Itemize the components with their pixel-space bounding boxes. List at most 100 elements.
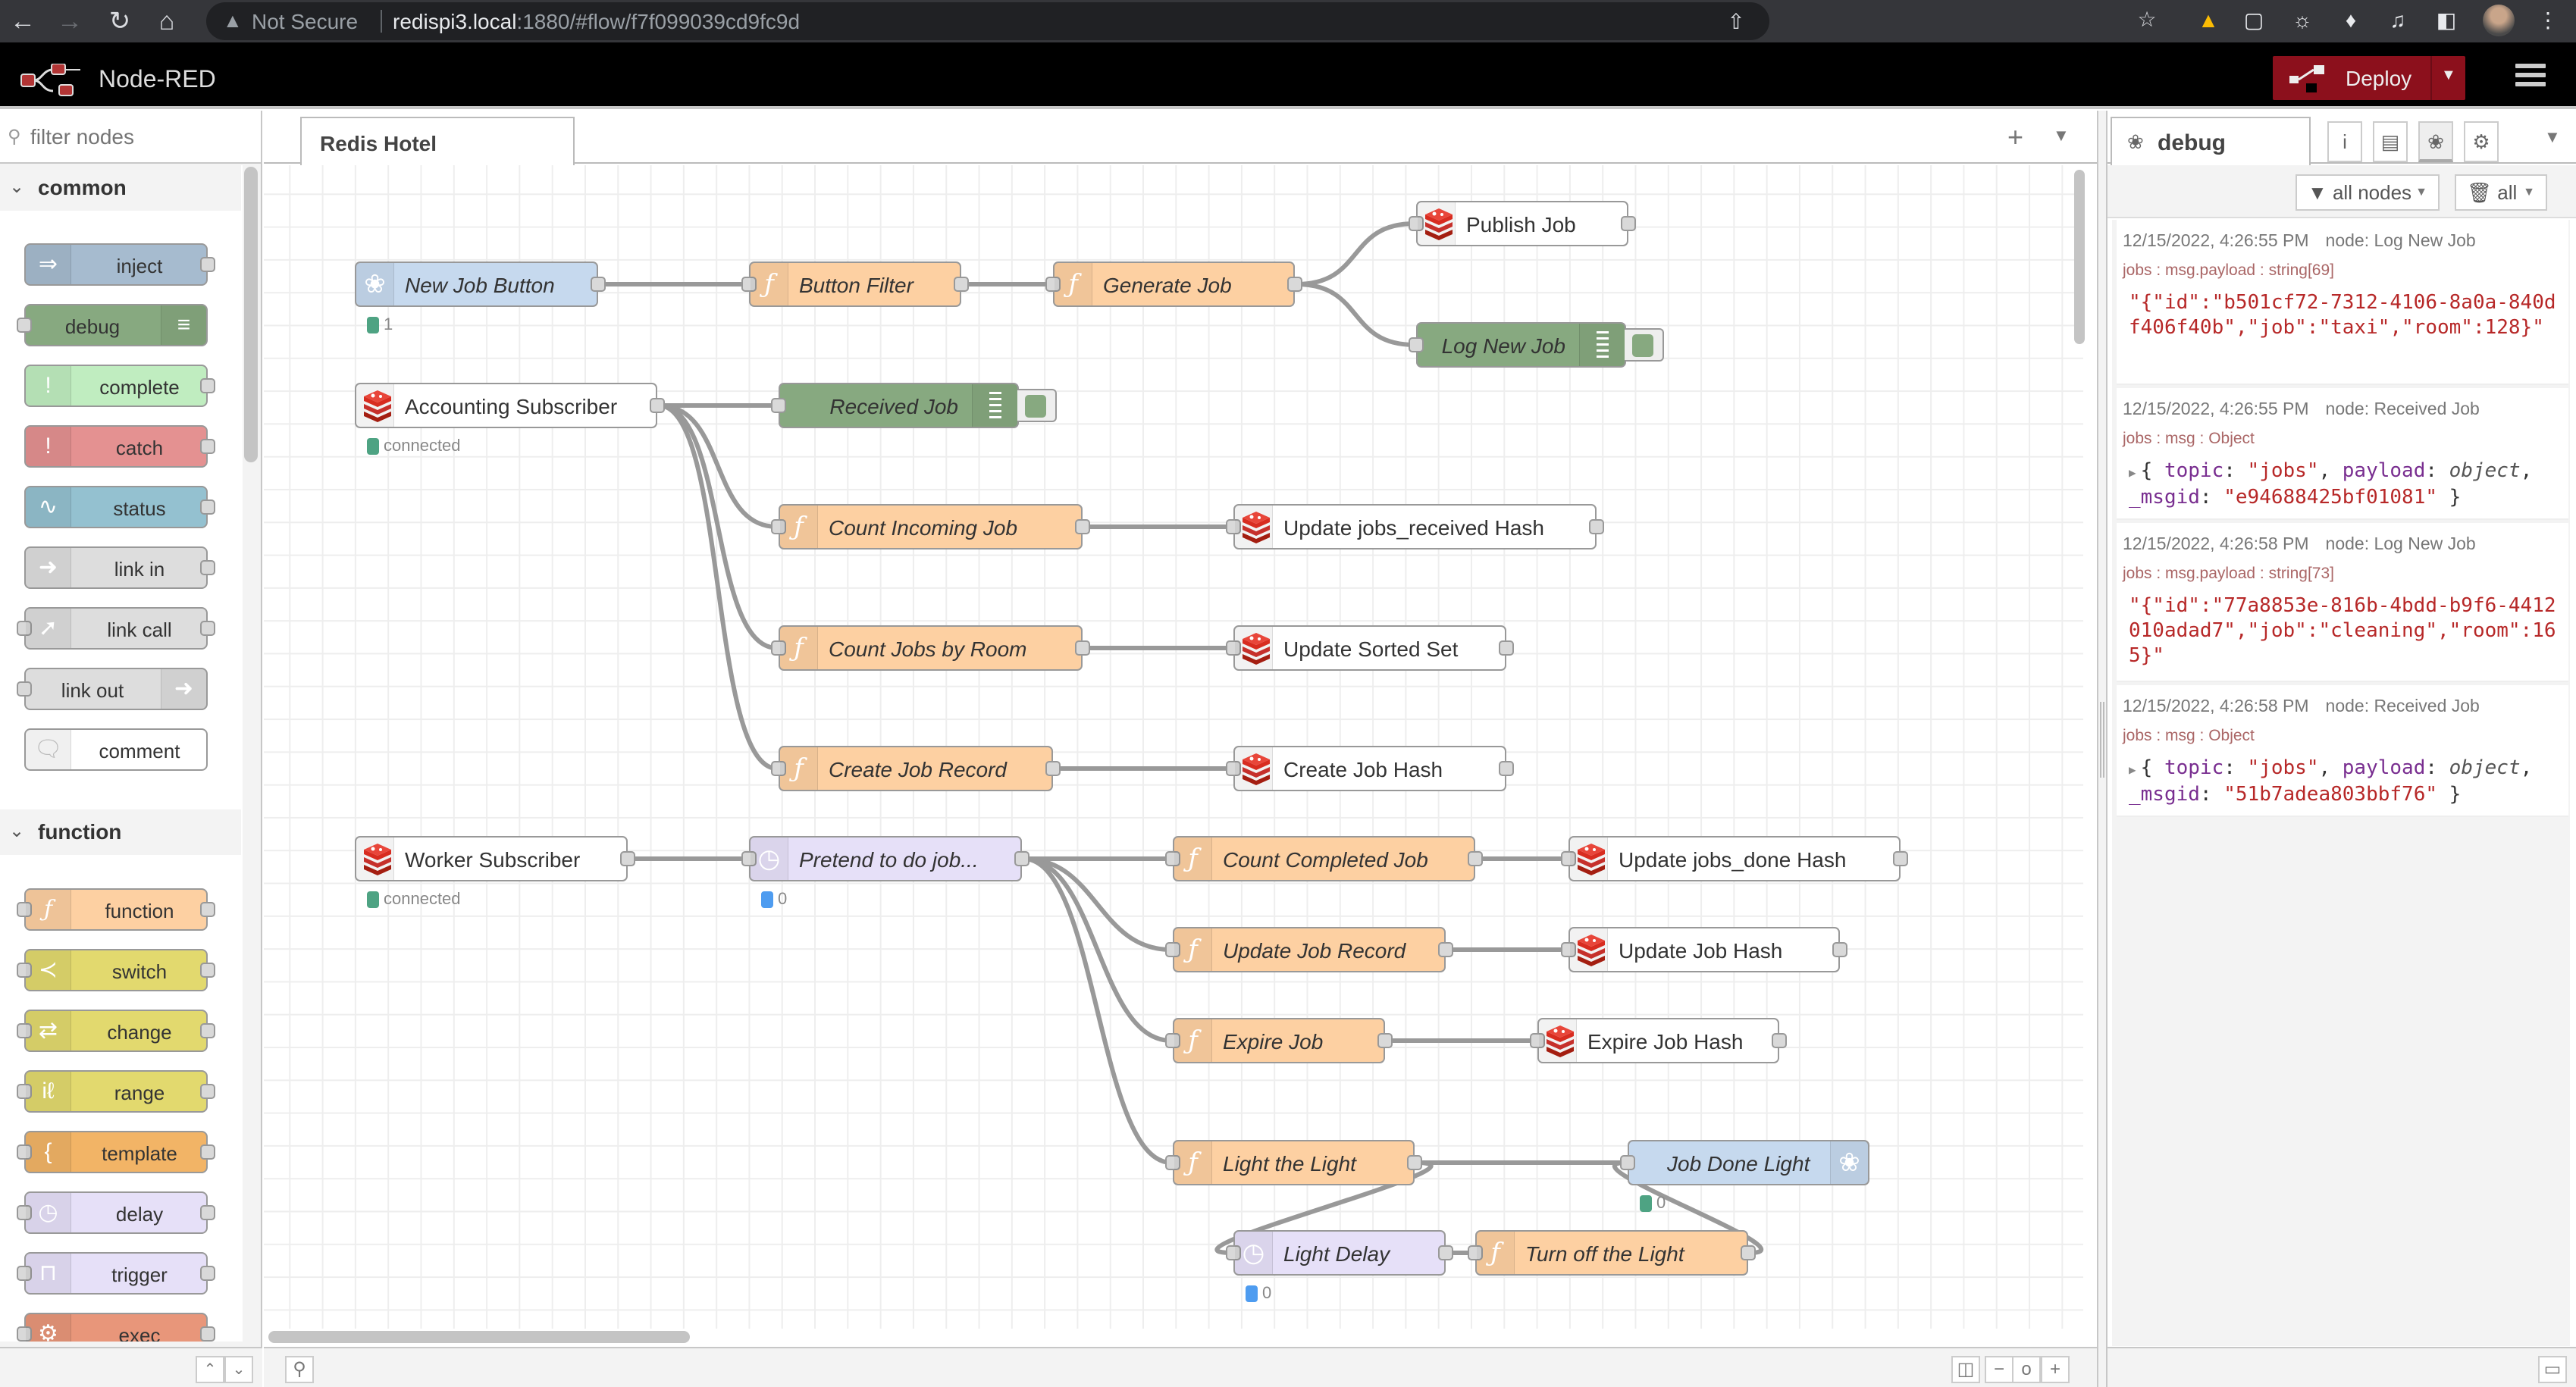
palette-node-link-out[interactable]: link out ➜ (17, 668, 208, 710)
palette-node-status[interactable]: ∿ status (24, 486, 215, 528)
output-port[interactable] (1438, 942, 1453, 957)
flow-node-worker-subscriber[interactable]: Worker Subscriber (355, 836, 635, 881)
output-port[interactable] (620, 851, 635, 866)
flow-node-count-completed-job[interactable]: ƒ Count Completed Job (1165, 836, 1483, 881)
message-node[interactable]: node: Log New Job (2326, 230, 2476, 250)
puzzle-icon[interactable]: ♦ (2338, 8, 2364, 33)
palette-node-complete[interactable]: ! complete (24, 365, 215, 407)
message-object[interactable]: ▶{ topic: "jobs", payload: object, _msgid… (2123, 459, 2562, 510)
output-port[interactable] (1075, 519, 1090, 534)
output-port[interactable] (1589, 519, 1604, 534)
output-port[interactable] (1499, 640, 1514, 656)
tab-redis-hotel[interactable]: Redis Hotel (300, 117, 575, 165)
zoom-out-icon[interactable]: − (1985, 1356, 2013, 1383)
palette-node-template[interactable]: { template (17, 1131, 215, 1173)
output-port[interactable] (591, 277, 606, 292)
media-icon[interactable]: ♫ (2385, 8, 2411, 33)
output-port[interactable] (1468, 851, 1483, 866)
search-icon[interactable]: ⚲ (285, 1356, 314, 1383)
palette-node-inject[interactable]: ⇒ inject (24, 243, 215, 286)
flow-node-publish-job[interactable]: Publish Job (1409, 201, 1636, 246)
help-book-icon[interactable]: ▤ (2373, 121, 2408, 162)
palette-node-catch[interactable]: ! catch (24, 425, 215, 468)
expand-all-icon[interactable]: ⌄ (224, 1356, 253, 1383)
debug-message[interactable]: 12/15/2022, 4:26:58 PM node: Log New Job … (2117, 523, 2568, 682)
flow-node-received-job[interactable]: Received Job (771, 383, 1057, 428)
output-port[interactable] (1045, 761, 1061, 776)
sidebar-menu-caret-icon[interactable]: ▼ (2544, 127, 2561, 147)
message-node[interactable]: node: Log New Job (2326, 534, 2476, 553)
bookmark-star-icon[interactable]: ☆ (2133, 6, 2161, 33)
flow-node-create-job-hash[interactable]: Create Job Hash (1226, 746, 1514, 791)
deploy-button[interactable]: Deploy ▼ (2273, 56, 2465, 100)
flow-node-accounting-subscriber[interactable]: Accounting Subscriber (355, 383, 665, 428)
home-icon[interactable]: ⌂ (150, 5, 183, 38)
palette-node-link-in[interactable]: ➜ link in (24, 546, 215, 589)
input-port[interactable] (1409, 337, 1424, 352)
main-menu-button[interactable] (2515, 64, 2546, 92)
config-gear-icon[interactable]: ⚙ (2464, 121, 2499, 162)
palette-node-function[interactable]: ƒ function (17, 888, 215, 931)
input-port[interactable] (1620, 1155, 1635, 1170)
canvas-vertical-scrollbar[interactable] (2074, 170, 2085, 344)
clear-messages-dropdown[interactable]: 🗑 all ▼ (2455, 174, 2547, 211)
flow-node-pretend-to-do-job[interactable]: ◷ Pretend to do job... (741, 836, 1029, 881)
message-path[interactable]: jobs : msg.payload : string[73] (2123, 565, 2562, 583)
flow-node-count-incoming-job[interactable]: ƒ Count Incoming Job (771, 504, 1090, 549)
debug-toggle-button[interactable] (1625, 328, 1664, 362)
reload-icon[interactable]: ↻ (103, 5, 136, 38)
flow-node-expire-job[interactable]: ƒ Expire Job (1165, 1018, 1393, 1063)
category-common[interactable]: ⌄ common (0, 165, 241, 211)
category-function[interactable]: ⌄ function (0, 809, 241, 855)
debug-toggle-button[interactable] (1017, 389, 1057, 422)
debug-bug-icon[interactable]: ❀ (2418, 121, 2453, 162)
add-flow-icon[interactable]: + (2007, 121, 2023, 153)
output-port[interactable] (1014, 851, 1029, 866)
output-port[interactable] (1893, 851, 1908, 866)
output-port[interactable] (1377, 1033, 1393, 1048)
flow-node-log-new-job[interactable]: Log New Job (1409, 322, 1664, 368)
flow-node-generate-job[interactable]: ƒ Generate Job (1045, 261, 1302, 307)
profile-avatar[interactable] (2483, 5, 2515, 36)
message-path[interactable]: jobs : msg : Object (2123, 430, 2562, 448)
back-icon[interactable]: ← (6, 5, 39, 38)
palette-node-range[interactable]: iℓ range (17, 1070, 215, 1113)
flow-canvas[interactable]: ❀ New Job Button 1 ƒ Button Filter ƒ Generate … (264, 165, 2083, 1329)
flow-node-turn-off-the-light[interactable]: ƒ Turn off the Light (1468, 1230, 1756, 1276)
wire-accounting-subscriber-to-create-job-record[interactable] (658, 403, 778, 771)
canvas-horizontal-scrollbar[interactable] (268, 1331, 690, 1343)
filter-nodes-input[interactable] (30, 123, 250, 152)
expand-triangle-icon[interactable]: ▶ (2129, 465, 2136, 480)
open-dashboard-icon[interactable]: ▭ (2538, 1356, 2567, 1383)
address-bar[interactable]: ▲ Not Secure redispi3.local:1880/#flow/f… (206, 2, 1769, 40)
message-node[interactable]: node: Received Job (2326, 696, 2480, 715)
browser-menu-icon[interactable]: ⋮ (2535, 8, 2561, 33)
debug-message[interactable]: 12/15/2022, 4:26:58 PM node: Received Job… (2117, 685, 2568, 817)
wire-accounting-subscriber-to-count-incoming-job[interactable] (658, 403, 778, 529)
message-path[interactable]: jobs : msg.payload : string[69] (2123, 261, 2562, 280)
wire-accounting-subscriber-to-count-jobs-by-room[interactable] (658, 403, 778, 650)
output-port[interactable] (1287, 277, 1302, 292)
collapse-all-icon[interactable]: ⌃ (196, 1356, 224, 1383)
url-text[interactable]: redispi3.local:1880/#flow/f7f099039cd9fc… (393, 10, 800, 34)
flow-node-button-filter[interactable]: ƒ Button Filter (741, 261, 969, 307)
zoom-reset-icon[interactable]: o (2012, 1356, 2041, 1383)
output-port[interactable] (1499, 761, 1514, 776)
flow-node-create-job-record[interactable]: ƒ Create Job Record (771, 746, 1061, 791)
share-icon[interactable]: ⇧ (1722, 8, 1750, 36)
extension-circle-icon[interactable]: ☼ (2289, 8, 2315, 33)
output-port[interactable] (1832, 942, 1847, 957)
navigator-map-icon[interactable]: ◫ (1951, 1356, 1980, 1383)
palette-node-switch[interactable]: ≺ switch (17, 949, 215, 991)
output-port[interactable] (1407, 1155, 1422, 1170)
palette-node-comment[interactable]: 🗨 comment (24, 728, 208, 771)
message-object[interactable]: ▶{ topic: "jobs", payload: object, _msgid… (2123, 756, 2562, 807)
forward-icon[interactable]: → (53, 5, 86, 38)
flow-node-light-the-light[interactable]: ƒ Light the Light (1165, 1140, 1422, 1185)
flow-node-update-jobs-received-hash[interactable]: Update jobs_received Hash (1226, 504, 1604, 549)
flow-node-new-job-button[interactable]: ❀ New Job Button (355, 261, 606, 307)
wire-generate-job-to-log-new-job[interactable] (1296, 282, 1415, 347)
sidebar-separator[interactable] (2097, 111, 2106, 1387)
extension-page-icon[interactable]: ▢ (2241, 8, 2267, 33)
debug-message[interactable]: 12/15/2022, 4:26:55 PM node: Log New Job … (2117, 220, 2568, 385)
